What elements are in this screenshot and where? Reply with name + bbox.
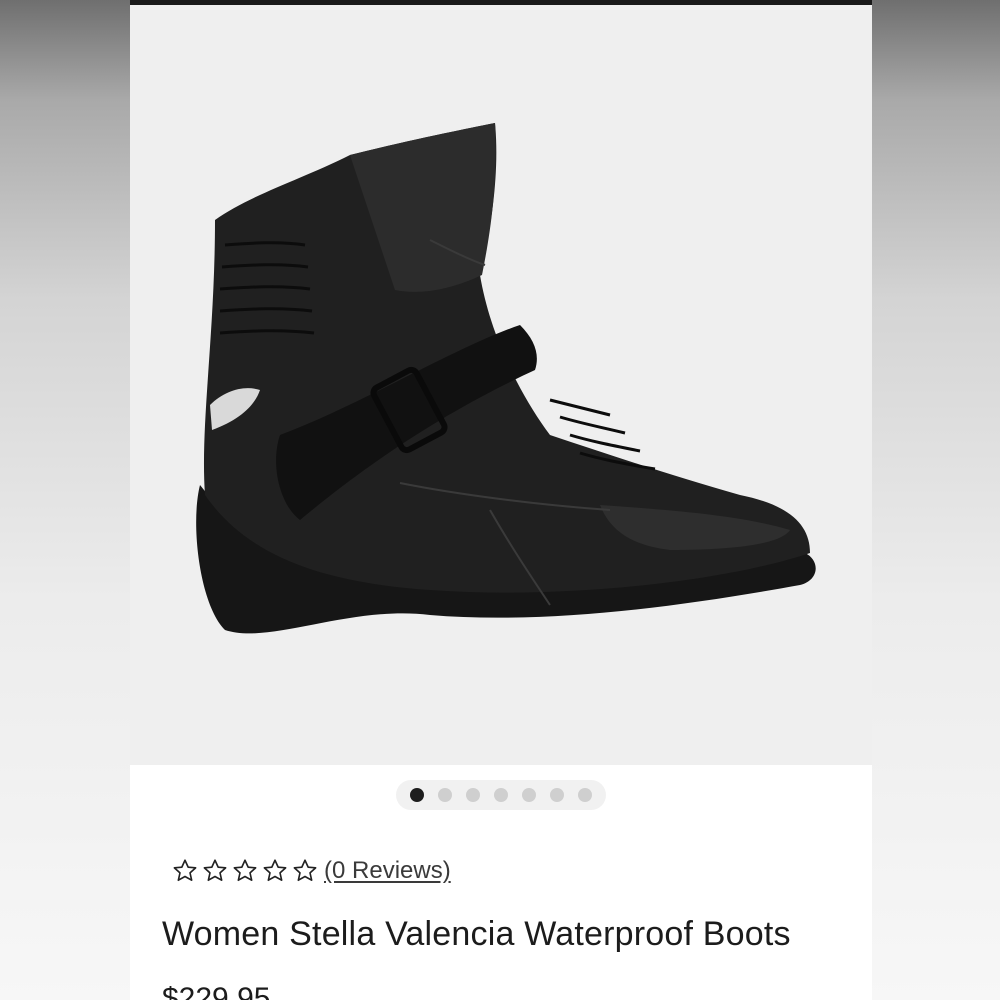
star-outline-icon [203,859,227,882]
product-rating: (0 Reviews) [170,855,451,887]
pagination-dot-7[interactable] [578,788,592,802]
image-pagination[interactable] [396,780,606,810]
pagination-dot-2[interactable] [438,788,452,802]
pagination-dot-3[interactable] [466,788,480,802]
star-outline-icon [263,859,287,882]
product-price: $229.95 [162,982,271,1000]
product-page: (0 Reviews) Women Stella Valencia Waterp… [130,0,872,1000]
pagination-dot-1[interactable] [410,788,424,802]
pagination-dot-4[interactable] [494,788,508,802]
star-outline-icon [293,859,317,882]
pagination-dot-6[interactable] [550,788,564,802]
backdrop-right [872,0,1000,1000]
product-image[interactable] [130,5,872,765]
pagination-dot-5[interactable] [522,788,536,802]
backdrop-left [0,0,130,1000]
star-outline-icon [233,859,257,882]
reviews-link[interactable]: (0 Reviews) [324,857,451,885]
star-outline-icon [173,859,197,882]
product-title: Women Stella Valencia Waterproof Boots [162,915,791,953]
boot-image [196,123,816,634]
